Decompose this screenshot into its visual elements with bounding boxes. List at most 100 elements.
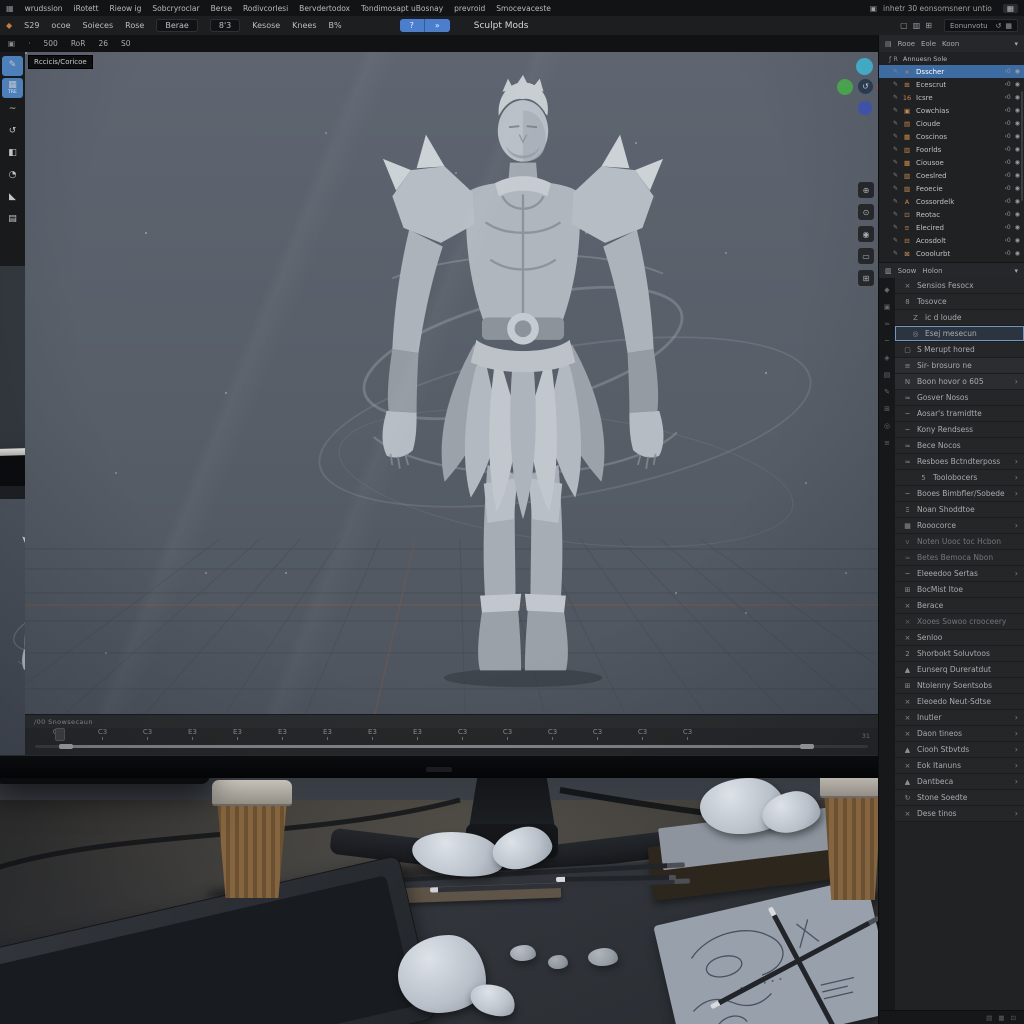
render-toggle-icon[interactable]: ◉ bbox=[1015, 198, 1020, 205]
gizmo-y-axis[interactable] bbox=[837, 79, 853, 95]
object-name[interactable]: Foorlds bbox=[916, 146, 1001, 154]
property-label[interactable]: Senloo bbox=[917, 633, 1010, 642]
properties-tab-icon[interactable]: ◎ bbox=[884, 422, 890, 430]
properties-tab-icon[interactable]: ▣ bbox=[884, 303, 891, 311]
pin-icon[interactable]: ✎ bbox=[893, 237, 898, 244]
property-row[interactable]: × Dese tinos › bbox=[895, 806, 1024, 822]
property-label[interactable]: ic d loude bbox=[925, 313, 1010, 322]
menu-item[interactable]: Smocevaceste bbox=[496, 4, 551, 13]
timeline-scrollbar-handle-left[interactable] bbox=[59, 744, 73, 749]
property-label[interactable]: Boon hovor o 605 bbox=[917, 377, 1010, 386]
render-toggle-icon[interactable]: ◉ bbox=[1015, 146, 1020, 153]
property-row[interactable]: Z ic d loude › bbox=[895, 310, 1024, 326]
menu-item[interactable]: Berse bbox=[211, 4, 232, 13]
render-toggle-icon[interactable]: ◉ bbox=[1015, 237, 1020, 244]
header-menu-item[interactable]: S29 bbox=[24, 21, 39, 30]
property-label[interactable]: Berace bbox=[917, 601, 1010, 610]
property-label[interactable]: Rooocorce bbox=[917, 521, 1010, 530]
pin-icon[interactable]: ✎ bbox=[893, 198, 898, 205]
outliner-row[interactable]: ✎ 16 Icsre ‹0 ◉ bbox=[879, 91, 1024, 104]
sculpt-brush-button[interactable]: ▦ TRE bbox=[2, 78, 23, 98]
object-name[interactable]: Coeslred bbox=[916, 172, 1001, 180]
property-label[interactable]: Daon tineos bbox=[917, 729, 1010, 738]
expand-arrow-icon[interactable]: › bbox=[1015, 473, 1018, 482]
outliner-row[interactable]: ✎ ▦ Coscinos ‹0 ◉ bbox=[879, 130, 1024, 143]
brush-setting-value[interactable]: RoR bbox=[71, 39, 86, 48]
header-menu-item[interactable]: Kesose bbox=[252, 21, 280, 30]
outliner-filter-tab[interactable]: Rooe bbox=[898, 40, 915, 48]
viewport-nav-gizmo[interactable]: ↺ bbox=[837, 58, 878, 118]
property-row[interactable]: Ξ Noan Shoddtoe › bbox=[895, 502, 1024, 518]
visibility-toggle-icon[interactable]: ‹0 bbox=[1005, 146, 1011, 153]
property-row[interactable]: × Inutler › bbox=[895, 710, 1024, 726]
property-label[interactable]: Esej mesecun bbox=[925, 329, 1010, 338]
render-toggle-icon[interactable]: ◉ bbox=[1015, 68, 1020, 75]
visibility-toggle-icon[interactable]: ‹0 bbox=[1005, 224, 1011, 231]
property-row[interactable]: ⊞ BocMist Itoe › bbox=[895, 582, 1024, 598]
outliner-row[interactable]: ✎ ⊠ Cooolurbt ‹0 ◉ bbox=[879, 247, 1024, 260]
property-row[interactable]: ≈ Resboes Bctndterposs › bbox=[895, 454, 1024, 470]
property-row[interactable]: ≈ Betes Bemoca Nbon › bbox=[895, 550, 1024, 566]
visibility-toggle-icon[interactable]: ‹0 bbox=[1005, 211, 1011, 218]
timeline-scrollbar-fill[interactable] bbox=[63, 745, 810, 748]
brush-setting-value[interactable]: S0 bbox=[121, 39, 131, 48]
properties-tab-icon[interactable]: ◆ bbox=[884, 286, 889, 294]
timeline-scrollbar-handle-right[interactable] bbox=[800, 744, 814, 749]
expand-arrow-icon[interactable]: › bbox=[1015, 569, 1018, 578]
properties-tab-icon[interactable]: ▤ bbox=[884, 371, 891, 379]
expand-arrow-icon[interactable]: › bbox=[1015, 377, 1018, 386]
pin-icon[interactable]: ✎ bbox=[893, 172, 898, 179]
pin-icon[interactable]: ✎ bbox=[893, 185, 898, 192]
header-tool-icon[interactable]: ⊞ bbox=[925, 21, 932, 30]
outliner-row[interactable]: ✎ ▥ Foorlds ‹0 ◉ bbox=[879, 143, 1024, 156]
visibility-toggle-icon[interactable]: ‹0 bbox=[1005, 133, 1011, 140]
outliner-row[interactable]: ✎ ⊟ Acosdolt ‹0 ◉ bbox=[879, 234, 1024, 247]
search-field[interactable]: Eonunvotu ↺ ▦ bbox=[944, 19, 1018, 32]
property-label[interactable]: Dantbeca bbox=[917, 777, 1010, 786]
sculpt-brush-button[interactable]: ✎ bbox=[2, 56, 23, 76]
timeline-tick[interactable]: E3 bbox=[350, 728, 395, 743]
expand-arrow-icon[interactable]: › bbox=[1015, 745, 1018, 754]
timeline-tick[interactable]: C3 bbox=[80, 728, 125, 743]
pin-icon[interactable]: ✎ bbox=[893, 107, 898, 114]
timeline-tick[interactable]: E3 bbox=[395, 728, 440, 743]
property-row[interactable]: ~ Aosar's tramidtte › bbox=[895, 406, 1024, 422]
properties-tab-icon[interactable]: ≈ bbox=[884, 320, 890, 328]
pin-icon[interactable]: ✎ bbox=[893, 120, 898, 127]
pin-icon[interactable]: ✎ bbox=[893, 146, 898, 153]
expand-arrow-icon[interactable]: › bbox=[1015, 713, 1018, 722]
header-menu-item[interactable]: Knees bbox=[292, 21, 316, 30]
viewport-nav-button[interactable]: ⊕ bbox=[858, 182, 874, 198]
chevron-down-icon[interactable]: ▾ bbox=[1014, 40, 1018, 48]
render-toggle-icon[interactable]: ◉ bbox=[1015, 120, 1020, 127]
timeline-tick[interactable]: C3 bbox=[620, 728, 665, 743]
timeline-playhead[interactable] bbox=[55, 728, 65, 741]
outliner-row[interactable]: ✎ ▨ Feoecie ‹0 ◉ bbox=[879, 182, 1024, 195]
property-label[interactable]: Tosovce bbox=[917, 297, 1010, 306]
property-row[interactable]: ▲ Ciooh Stbvtds › bbox=[895, 742, 1024, 758]
viewport-nav-button[interactable]: ▭ bbox=[858, 248, 874, 264]
timeline-tick[interactable]: E3 bbox=[170, 728, 215, 743]
collection-name[interactable]: Annuesn Sole bbox=[903, 55, 947, 63]
properties-tab-icon[interactable]: ≡ bbox=[884, 439, 890, 447]
pin-icon[interactable]: ✎ bbox=[893, 250, 898, 257]
visibility-toggle-icon[interactable]: ‹0 bbox=[1005, 68, 1011, 75]
status-icons[interactable]: ▤ ▦ ⊡ bbox=[986, 1014, 1018, 1022]
property-label[interactable]: Noten Uooc toc Hcbon bbox=[917, 537, 1010, 546]
pin-icon[interactable]: ✎ bbox=[893, 211, 898, 218]
object-name[interactable]: Cowchias bbox=[916, 107, 1001, 115]
property-row[interactable]: ◎ Esej mesecun › bbox=[895, 326, 1024, 342]
gizmo-neg-axis[interactable] bbox=[858, 101, 872, 115]
viewport-nav-button[interactable]: ⊞ bbox=[858, 270, 874, 286]
outliner-row[interactable]: ✎ A Cossordelk ‹0 ◉ bbox=[879, 195, 1024, 208]
property-label[interactable]: Stone Soedte bbox=[917, 793, 1010, 802]
property-label[interactable]: S Merupt hored bbox=[917, 345, 1010, 354]
timeline-tick[interactable]: E3 bbox=[305, 728, 350, 743]
properties-tab-icon[interactable]: ⊞ bbox=[884, 405, 890, 413]
mode-button-dropdown[interactable]: » bbox=[425, 19, 450, 32]
render-toggle-icon[interactable]: ◉ bbox=[1015, 159, 1020, 166]
property-label[interactable]: Ciooh Stbvtds bbox=[917, 745, 1010, 754]
render-toggle-icon[interactable]: ◉ bbox=[1015, 81, 1020, 88]
properties-tab-icon[interactable]: ✎ bbox=[884, 388, 890, 396]
timeline-tick[interactable]: C3 bbox=[575, 728, 620, 743]
